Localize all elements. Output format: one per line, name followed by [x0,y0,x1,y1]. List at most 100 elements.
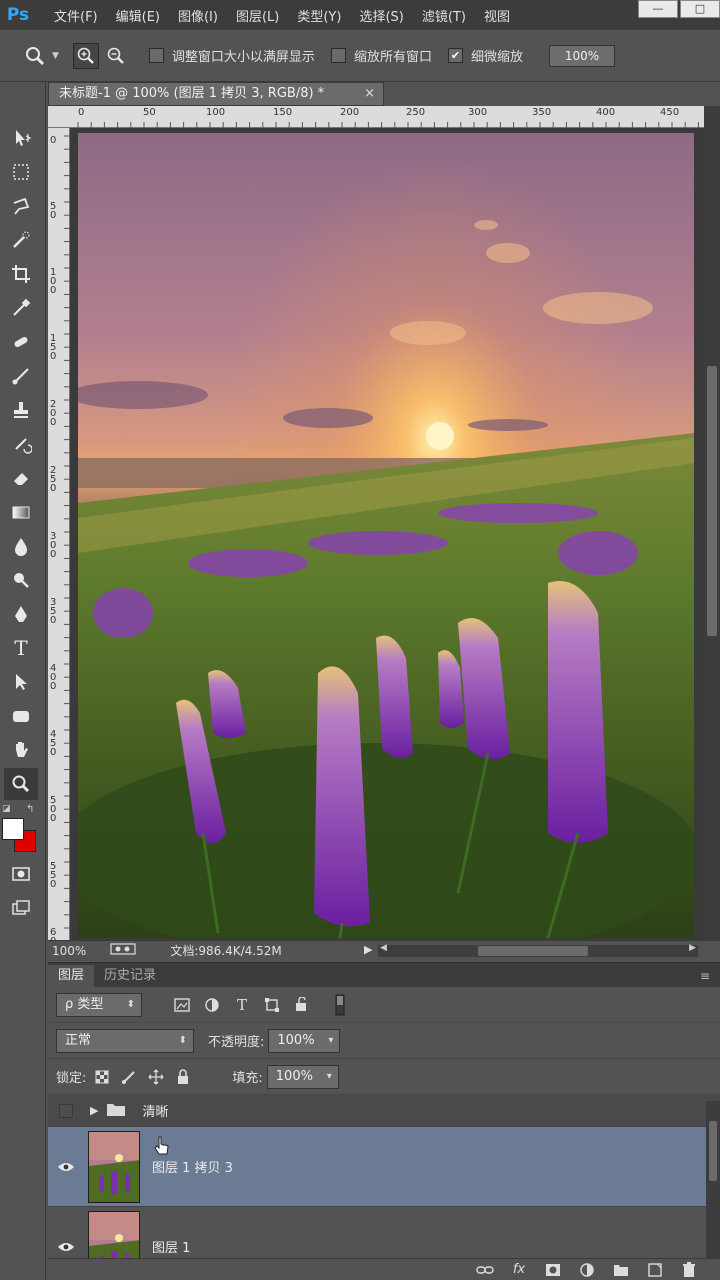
layers-vertical-scrollbar[interactable] [706,1101,720,1259]
new-group-icon[interactable] [610,1261,632,1279]
status-preview-icon[interactable] [110,942,136,959]
zoom-tool-icon[interactable] [22,43,48,69]
status-menu-arrow-icon[interactable]: ▶ [364,943,372,956]
horizontal-ruler[interactable]: 0 50 100 150 200 250 300 350 400 450 [48,106,704,128]
zoom-all-windows-checkbox[interactable] [330,48,346,63]
visibility-toggle-empty[interactable] [48,1103,84,1118]
zoom-100-button[interactable]: 100% [548,44,615,67]
menu-view[interactable]: 视图 [484,6,510,25]
menu-edit[interactable]: 编辑(E) [116,6,160,25]
filter-toggle-icon[interactable] [328,993,352,1017]
document-tab[interactable]: 未标题-1 @ 100% (图层 1 拷贝 3, RGB/8) * × [48,82,384,106]
quick-mask-icon[interactable] [4,858,38,890]
zoom-in-icon[interactable] [72,42,99,69]
ruler-label: 50 [50,201,57,221]
add-mask-icon[interactable] [542,1261,564,1279]
chevron-down-icon[interactable]: ▾ [328,1030,333,1052]
menu-file[interactable]: 文件(F) [54,6,98,25]
blend-mode-select[interactable]: 正常 ⬍ [56,1028,194,1053]
history-brush-tool-icon[interactable] [4,428,38,460]
gradient-tool-icon[interactable] [4,496,38,528]
filter-shape-icon[interactable] [260,993,284,1017]
link-layers-icon[interactable] [474,1261,496,1279]
crop-tool-icon[interactable] [4,258,38,290]
layer-filter-select[interactable]: ρ 类型 ⬍ [56,992,142,1017]
quick-select-tool-icon[interactable] [4,224,38,256]
eraser-tool-icon[interactable] [4,462,38,494]
layer-group-row[interactable]: ▶ 清晰 [48,1095,720,1127]
lock-image-icon[interactable] [118,1066,140,1088]
pen-tool-icon[interactable] [4,598,38,630]
lock-position-icon[interactable] [145,1066,167,1088]
lasso-tool-icon[interactable] [4,190,38,222]
layer-name[interactable]: 清晰 [142,1101,168,1120]
scrollbar-thumb[interactable] [707,366,717,636]
layer-style-icon[interactable]: fx [508,1261,530,1279]
swap-colors-icon[interactable]: ↰ [26,804,34,815]
default-colors-icon[interactable]: ◪ [2,804,11,814]
tab-history[interactable]: 历史记录 [94,965,166,987]
filter-smart-object-icon[interactable] [290,993,314,1017]
eye-icon[interactable] [48,1161,84,1173]
maximize-button[interactable]: □ [680,0,720,18]
fill-input[interactable]: 100% ▾ [266,1064,339,1089]
scroll-left-icon[interactable]: ◀ [380,943,387,953]
menu-type[interactable]: 类型(Y) [297,6,341,25]
eye-icon[interactable] [48,1241,84,1253]
hand-tool-icon[interactable] [4,734,38,766]
clone-stamp-tool-icon[interactable] [4,394,38,426]
opacity-input[interactable]: 100% ▾ [268,1028,341,1053]
menu-filter[interactable]: 滤镜(T) [422,6,466,25]
trash-icon[interactable] [678,1261,700,1279]
menu-select[interactable]: 选择(S) [359,6,403,25]
healing-brush-tool-icon[interactable] [4,326,38,358]
canvas-vertical-scrollbar[interactable] [704,106,720,940]
screen-mode-icon[interactable] [4,892,38,924]
marquee-tool-icon[interactable] [4,156,38,188]
panel-menu-icon[interactable]: ≡ [700,965,710,987]
tool-preset-arrow-icon[interactable]: ▼ [52,51,59,61]
menu-layer[interactable]: 图层(L) [236,6,279,25]
zoom-tool-icon[interactable] [4,768,38,800]
canvas-horizontal-scrollbar[interactable]: ◀ ▶ [378,943,698,957]
filter-adjustment-icon[interactable] [200,993,224,1017]
menu-bar: Ps 文件(F) 编辑(E) 图像(I) 图层(L) 类型(Y) 选择(S) 滤… [0,0,720,30]
scroll-right-icon[interactable]: ▶ [689,943,696,953]
dodge-tool-icon[interactable] [4,564,38,596]
path-select-tool-icon[interactable] [4,666,38,698]
lupine-sunset-photo[interactable] [78,133,694,938]
expand-arrow-icon[interactable]: ▶ [90,1104,98,1117]
resize-windows-checkbox[interactable] [148,48,164,63]
brush-tool-icon[interactable] [4,360,38,392]
filter-pixel-icon[interactable] [170,993,194,1017]
minimize-button[interactable]: — [638,0,678,18]
scrollbar-thumb[interactable] [478,946,588,956]
status-zoom[interactable]: 100% [52,944,86,958]
layer-thumbnail[interactable] [88,1130,140,1203]
close-icon[interactable]: × [364,83,375,105]
vertical-ruler[interactable]: 0501001502002503003504004505005506006507… [48,128,70,1154]
scrubby-zoom-checkbox[interactable]: ✔ [447,48,463,63]
document-canvas[interactable] [70,128,704,940]
foreground-color-swatch[interactable] [2,818,24,840]
adjustment-layer-icon[interactable] [576,1261,598,1279]
filter-type-icon[interactable]: T [230,993,254,1017]
lock-transparent-icon[interactable] [91,1066,113,1088]
blend-opacity-row: 正常 ⬍ 不透明度: 100% ▾ [48,1023,720,1059]
chevron-down-icon[interactable]: ▾ [327,1066,332,1088]
ruler-label: 200 [50,399,57,428]
shape-tool-icon[interactable] [4,700,38,732]
zoom-out-icon[interactable] [103,43,129,69]
menu-image[interactable]: 图像(I) [178,6,218,25]
scrollbar-thumb[interactable] [709,1121,717,1181]
ruler-label: 0 [50,135,57,146]
tab-layers[interactable]: 图层 [48,965,95,987]
blur-tool-icon[interactable] [4,530,38,562]
lock-all-icon[interactable] [172,1066,194,1088]
layer-row-selected[interactable]: 图层 1 拷贝 3 [48,1127,720,1207]
layer-name[interactable]: 图层 1 [152,1237,190,1256]
eyedropper-tool-icon[interactable] [4,292,38,324]
new-layer-icon[interactable] [644,1261,666,1279]
type-tool-icon[interactable]: T [4,632,38,664]
move-tool-icon[interactable] [4,122,38,154]
